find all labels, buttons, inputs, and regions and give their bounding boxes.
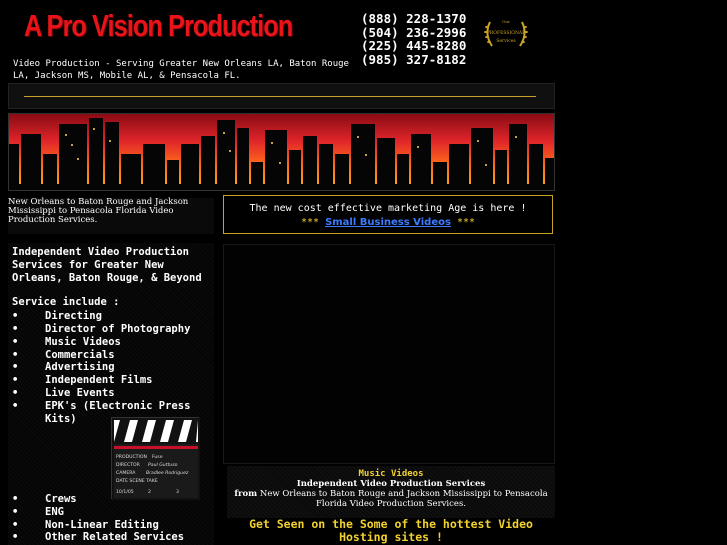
marketing-box: The new cost effective marketing Age is … [223, 195, 553, 234]
service-item: Non-Linear Editing [12, 519, 212, 532]
clapperboard-image: PRODUCTION Fuse DIRECTOR Paul Guttuso CA… [111, 417, 200, 500]
page: A Pro Vision Production Video Production… [0, 0, 727, 545]
clapper-value: Paul Guttuso [148, 462, 178, 468]
service-item: Directing [12, 310, 214, 323]
award-text: Our [502, 19, 510, 24]
music-videos-subtitle: Independent Video Production Services [296, 479, 486, 489]
music-videos-box: Music Videos Independent Video Productio… [227, 466, 555, 524]
services-list-secondary: Crews ENG Non-Linear Editing Other Relat… [12, 493, 212, 544]
service-item: Independent Films [12, 374, 214, 387]
video-hosting-promo: Get Seen on the Some of the hottest Vide… [227, 518, 555, 544]
service-item: Crews [12, 493, 212, 506]
phone-number[interactable]: (504) 236-2996 [361, 25, 466, 40]
services-list: Directing Director of Photography Music … [12, 310, 214, 425]
stars-left: *** [301, 217, 320, 228]
stars-right: *** [456, 217, 475, 228]
clapper-value: Fuse [152, 454, 163, 460]
service-item: Advertising [12, 361, 214, 374]
marketing-link-row: *** Small Business Videos *** [224, 216, 552, 230]
small-business-videos-link[interactable]: Small Business Videos [325, 217, 451, 228]
award-text: PROFESSIONAL [487, 30, 525, 36]
phone-number[interactable]: (985) 327-8182 [361, 52, 466, 67]
from-label: from [234, 489, 258, 499]
gold-divider-bar [8, 83, 555, 109]
service-item: Director of Photography [12, 323, 214, 336]
clapper-label: PRODUCTION [116, 454, 147, 460]
site-logo-title[interactable]: A Pro Vision Production [24, 6, 293, 46]
phone-list: (888) 228-1370 (504) 236-2996 (225) 445-… [361, 12, 466, 66]
phone-number[interactable]: (225) 445-8280 [361, 39, 466, 53]
clapper-label: DIRECTOR [116, 462, 141, 468]
services-subheading: Service include : [12, 296, 120, 309]
clapper-label: CAMERA [116, 470, 136, 476]
gold-divider-line [24, 96, 536, 97]
service-item: Live Events [12, 387, 214, 400]
video-embed-area[interactable] [223, 244, 555, 464]
site-tagline: Video Production - Serving Greater New O… [13, 59, 349, 81]
service-item: Music Videos [12, 336, 214, 349]
clapper-label: DATE SCENE TAKE [116, 478, 158, 484]
service-item: ENG [12, 506, 212, 519]
intro-text: New Orleans to Baton Rouge and Jackson M… [8, 198, 214, 234]
music-videos-title[interactable]: Music Videos [227, 469, 555, 479]
music-videos-description: from New Orleans to Baton Rouge and Jack… [227, 489, 555, 509]
phone-number[interactable]: (888) 228-1370 [361, 12, 466, 26]
from-text: New Orleans to Baton Rouge and Jackson M… [259, 489, 548, 509]
marketing-headline: The new cost effective marketing Age is … [249, 203, 527, 214]
service-item: Commercials [12, 349, 214, 362]
clapper-value: Bradlee Rodriguez [146, 470, 189, 476]
services-heading: Independent Video Production Services fo… [12, 246, 202, 284]
award-text: Services [496, 38, 516, 44]
service-item: Other Related Services [12, 531, 212, 544]
award-laurel-icon: Our PROFESSIONAL Services [482, 18, 530, 50]
city-skyline-banner [8, 113, 555, 191]
